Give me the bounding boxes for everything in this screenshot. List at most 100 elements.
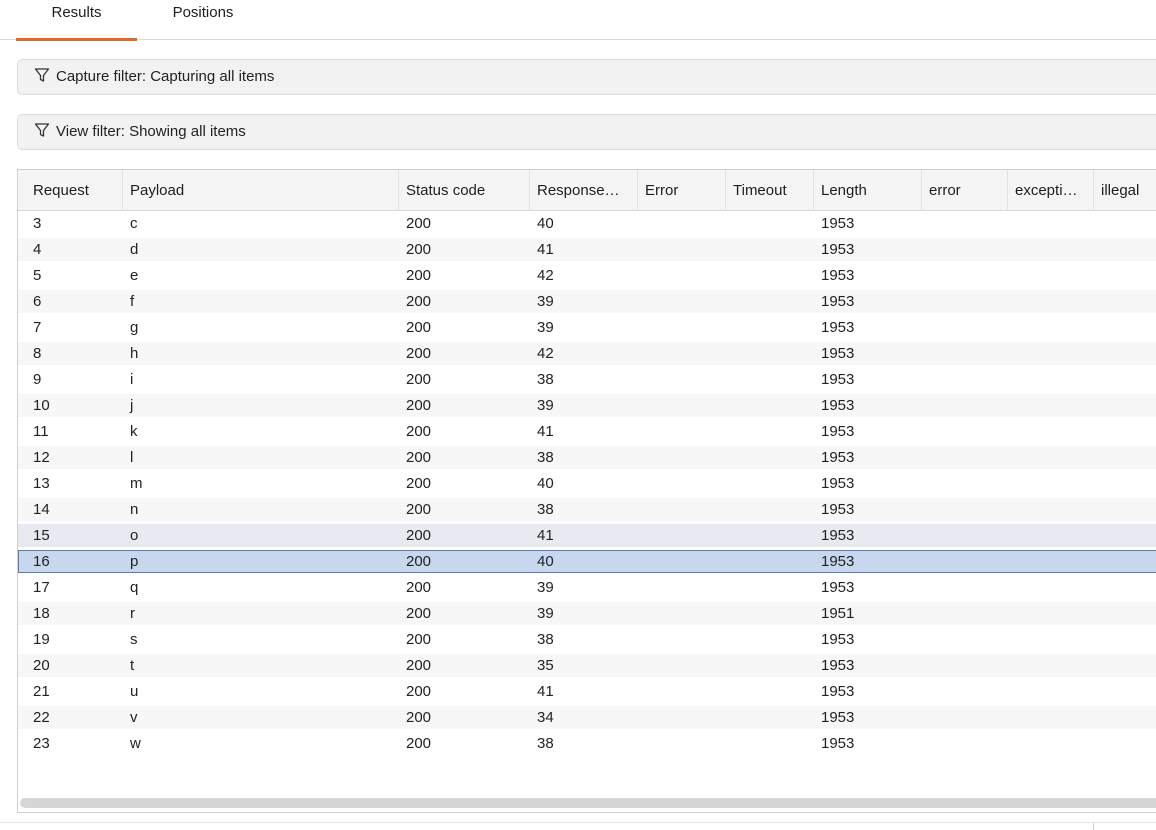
cell-timeout [726,316,814,339]
table-row[interactable]: 15 o 200 41 1953 [18,524,1156,547]
cell-payload: j [130,397,134,414]
table-row[interactable]: 9 i 200 38 1953 [18,368,1156,391]
cell-error [638,368,726,391]
cell-error [638,680,726,703]
cell-error [638,732,726,755]
table-row[interactable]: 12 l 200 38 1953 [18,446,1156,469]
cell-error-match [922,654,1008,677]
table-row[interactable]: 19 s 200 38 1953 [18,628,1156,651]
cell-response: 40 [537,553,554,570]
column-header-timeout[interactable]: Timeout [726,170,814,211]
cell-error-match [922,680,1008,703]
table-row[interactable]: 22 v 200 34 1953 [18,706,1156,729]
cell-response: 38 [537,371,554,388]
column-header-illegal[interactable]: illegal [1094,170,1156,211]
cell-status-code: 200 [406,683,432,700]
cell-error-match [922,394,1008,417]
cell-exception [1008,576,1094,599]
table-row[interactable]: 17 q 200 39 1953 [18,576,1156,599]
cell-exception [1008,446,1094,469]
cell-error [638,420,726,443]
cell-exception [1008,498,1094,521]
horizontal-scrollbar[interactable] [20,798,1156,808]
cell-illegal [1094,472,1156,495]
cell-exception [1008,602,1094,625]
cell-error-match [922,342,1008,365]
cell-error [638,498,726,521]
table-row[interactable]: 13 m 200 40 1953 [18,472,1156,495]
cell-request: 11 [33,423,49,440]
table-row[interactable]: 14 n 200 38 1953 [18,498,1156,521]
cell-response: 41 [537,527,554,544]
cell-error-match [922,264,1008,287]
column-header-response[interactable]: Response… [530,170,638,211]
tab-results[interactable]: Results [16,3,137,41]
filter-funnel-icon [34,123,50,137]
cell-length: 1953 [821,345,855,362]
cell-error [638,290,726,313]
table-row[interactable]: 18 r 200 39 1951 [18,602,1156,625]
cell-exception [1008,264,1094,287]
cell-request: 8 [33,345,42,362]
cell-length: 1953 [821,709,855,726]
cell-error [638,628,726,651]
column-header-payload[interactable]: Payload [123,170,399,211]
cell-status-code: 200 [406,397,432,414]
column-header-exception[interactable]: excepti… [1008,170,1094,211]
column-header-length[interactable]: Length [814,170,922,211]
cell-error [638,602,726,625]
cell-request: 22 [33,709,50,726]
cell-timeout [726,498,814,521]
table-row[interactable]: 11 k 200 41 1953 [18,420,1156,443]
cell-request: 9 [33,371,42,388]
table-row[interactable]: 7 g 200 39 1953 [18,316,1156,339]
cell-error-match [922,602,1008,625]
view-filter-bar[interactable]: View filter: Showing all items [17,114,1156,150]
cell-payload: u [130,683,139,700]
cell-error [638,212,726,235]
table-row[interactable]: 23 w 200 38 1953 [18,732,1156,755]
cell-response: 41 [537,241,554,258]
table-row[interactable]: 21 u 200 41 1953 [18,680,1156,703]
cell-length: 1953 [821,449,855,466]
cell-status-code: 200 [406,631,432,648]
column-header-error[interactable]: Error [638,170,726,211]
cell-illegal [1094,212,1156,235]
results-table: Request Payload Status code Response… Er… [17,169,1156,813]
cell-status-code: 200 [406,267,432,284]
cell-error [638,576,726,599]
cell-timeout [726,420,814,443]
table-row[interactable]: 5 e 200 42 1953 [18,264,1156,287]
cell-illegal [1094,238,1156,261]
cell-request: 16 [33,553,50,570]
table-row[interactable]: 20 t 200 35 1953 [18,654,1156,677]
cell-error-match [922,524,1008,547]
column-header-request[interactable]: Request [26,170,123,211]
cell-response: 39 [537,293,554,310]
column-header-status-code[interactable]: Status code [399,170,530,211]
table-row[interactable]: 6 f 200 39 1953 [18,290,1156,313]
column-header-error-match[interactable]: error [922,170,1008,211]
cell-length: 1953 [821,631,855,648]
tab-positions[interactable]: Positions [148,3,258,39]
cell-response: 39 [537,397,554,414]
cell-status-code: 200 [406,371,432,388]
table-row[interactable]: 10 j 200 39 1953 [18,394,1156,417]
table-row[interactable]: 4 d 200 41 1953 [18,238,1156,261]
table-row[interactable]: 3 c 200 40 1953 [18,212,1156,235]
cell-length: 1953 [821,475,855,492]
table-row[interactable]: 16 p 200 40 1953 [18,550,1156,573]
cell-request: 21 [33,683,50,700]
capture-filter-bar[interactable]: Capture filter: Capturing all items [17,59,1156,95]
cell-request: 19 [33,631,50,648]
cell-timeout [726,368,814,391]
cell-status-code: 200 [406,449,432,466]
cell-request: 10 [33,397,50,414]
cell-length: 1953 [821,553,855,570]
cell-illegal [1094,316,1156,339]
cell-status-code: 200 [406,553,432,570]
table-row[interactable]: 8 h 200 42 1953 [18,342,1156,365]
cell-response: 40 [537,475,554,492]
cell-length: 1951 [821,605,855,622]
tab-bar: Results Positions [0,0,1156,41]
